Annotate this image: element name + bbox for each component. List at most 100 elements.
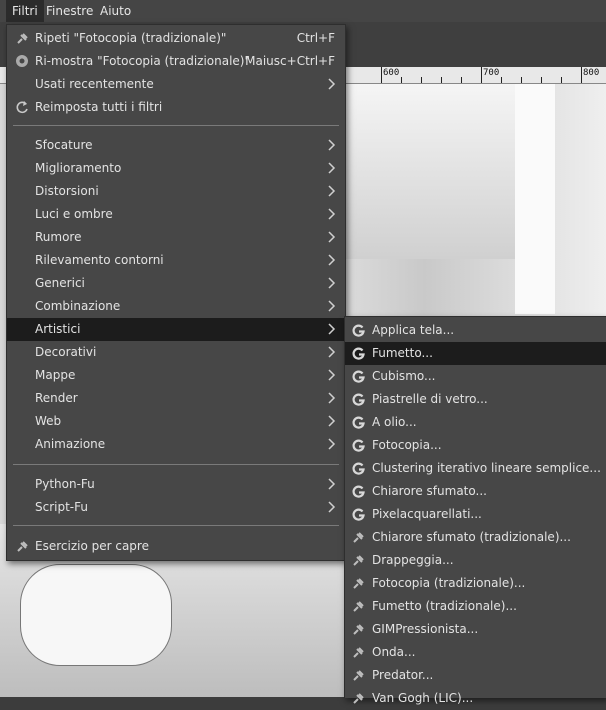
ruler-tick [441,77,442,83]
menu-item-generici[interactable]: Generici [7,272,345,295]
chevron-right-icon [328,392,336,404]
submenu-item-cubismo[interactable]: Cubismo... [345,365,606,388]
ruler-tick [521,77,522,83]
ruler-tick [561,77,562,83]
submenu-item-fotocopia[interactable]: Fotocopia... [345,434,606,457]
menu-item-reshow-filter[interactable]: Ri-mostra "Fotocopia (tradizionale)" Mai… [7,50,345,73]
menu-item-label: Combinazione [35,299,121,313]
submenu-item-label: Fotocopia (tradizionale)... [372,576,526,590]
chevron-right-icon [328,139,336,151]
gegl-icon [352,370,365,383]
submenu-item-label: Fumetto (tradizionale)... [372,599,517,613]
submenu-item-applica-tela[interactable]: Applica tela... [345,319,606,342]
ruler-tick [541,77,542,83]
submenu-item-pixelacquarellati[interactable]: Pixelacquarellati... [345,503,606,526]
plug-icon [353,693,364,704]
menu-item-animazione[interactable]: Animazione [7,433,345,456]
menu-item-distorsioni[interactable]: Distorsioni [7,180,345,203]
submenu-item-fumetto-tradizionale[interactable]: Fumetto (tradizionale)... [345,595,606,618]
gegl-icon [352,439,365,452]
menu-aiuto[interactable]: Aiuto [94,0,137,22]
submenu-item-label: Drappeggia... [372,553,454,567]
menu-item-sfocature[interactable]: Sfocature [7,134,345,157]
ruler-tick [421,77,422,83]
menu-item-goat-exercise[interactable]: Esercizio per capre [7,535,345,558]
plug-icon [17,33,28,44]
submenu-item-label: Fotocopia... [372,438,442,452]
menu-item-recently-used[interactable]: Usati recentemente [7,73,345,96]
gegl-icon [352,508,365,521]
menu-item-label: Mappe [35,368,76,382]
chevron-right-icon [328,501,336,513]
plug-icon [17,541,28,552]
menu-item-mappe[interactable]: Mappe [7,364,345,387]
submenu-item-piastrelle-di-vetro[interactable]: Piastrelle di vetro... [345,388,606,411]
submenu-item-gimpressionista[interactable]: GIMPressionista... [345,618,606,641]
ruler-tick [581,67,582,83]
menu-item-rumore[interactable]: Rumore [7,226,345,249]
menu-item-repeat-filter[interactable]: Ripeti "Fotocopia (tradizionale)" Ctrl+F [7,27,345,50]
menu-item-combinazione[interactable]: Combinazione [7,295,345,318]
menu-item-script-fu[interactable]: Script-Fu [7,496,345,519]
submenu-item-label: Chiarore sfumato (tradizionale)... [372,530,571,544]
menu-item-artistici[interactable]: Artistici [7,318,345,341]
menu-item-label: Decorativi [35,345,97,359]
menu-item-luci-e-ombre[interactable]: Luci e ombre [7,203,345,226]
submenu-item-a-olio[interactable]: A olio... [345,411,606,434]
menu-item-decorativi[interactable]: Decorativi [7,341,345,364]
chevron-right-icon [328,208,336,220]
ruler-tick [381,67,382,83]
menu-item-rilevamento-contorni[interactable]: Rilevamento contorni [7,249,345,272]
menu-item-label: Rilevamento contorni [35,253,164,267]
gegl-icon [352,347,365,360]
plug-icon [353,670,364,681]
submenu-item-label: GIMPressionista... [372,622,479,636]
menu-item-render[interactable]: Render [7,387,345,410]
chevron-right-icon [328,323,336,335]
submenu-item-chiarore-sfumato-tradizionale[interactable]: Chiarore sfumato (tradizionale)... [345,526,606,549]
submenu-item-fumetto[interactable]: Fumetto... [345,342,606,365]
submenu-item-label: Cubismo... [372,369,436,383]
menu-item-web[interactable]: Web [7,410,345,433]
chevron-right-icon [328,415,336,427]
gegl-icon [352,462,365,475]
chevron-right-icon [328,346,336,358]
plug-icon [353,578,364,589]
ruler-tick [481,67,482,83]
reset-icon [16,101,28,114]
gegl-icon [352,393,365,406]
chevron-right-icon [328,162,336,174]
submenu-item-label: Chiarore sfumato... [372,484,487,498]
menu-separator [13,464,339,465]
plug-icon [353,532,364,543]
submenu-item-drappeggia[interactable]: Drappeggia... [345,549,606,572]
submenu-item-label: Pixelacquarellati... [372,507,482,521]
menu-item-label: Animazione [35,437,106,451]
menu-item-python-fu[interactable]: Python-Fu [7,473,345,496]
menu-item-label: Render [35,391,78,405]
submenu-item-fotocopia-tradizionale[interactable]: Fotocopia (tradizionale)... [345,572,606,595]
submenu-item-label: Onda... [372,645,416,659]
menu-item-label: Sfocature [35,138,93,152]
artistic-submenu: Applica tela... Fumetto... Cubismo... Piast… [344,316,606,705]
submenu-item-chiarore-sfumato[interactable]: Chiarore sfumato... [345,480,606,503]
chevron-right-icon [328,438,336,450]
submenu-item-van-gogh-lic[interactable]: Van Gogh (LIC)... [345,687,606,710]
menu-item-label: Luci e ombre [35,207,113,221]
plug-icon [353,647,364,658]
menu-item-reset-filters[interactable]: Reimposta tutti i filtri [7,96,345,119]
submenu-item-label: Fumetto... [372,346,433,360]
submenu-item-clustering-iterativo-lineare-semplice[interactable]: Clustering iterativo lineare semplice... [345,457,606,480]
submenu-item-label: Van Gogh (LIC)... [372,691,474,705]
menu-finestre[interactable]: Finestre [40,0,99,22]
menu-item-label: Rumore [35,230,82,244]
menu-item-miglioramento[interactable]: Miglioramento [7,157,345,180]
gegl-icon [352,485,365,498]
plug-icon [353,555,364,566]
submenu-item-onda[interactable]: Onda... [345,641,606,664]
menu-separator [13,125,339,126]
menu-item-label: Web [35,414,62,428]
submenu-item-label: Clustering iterativo lineare semplice... [372,461,601,475]
menu-filtri[interactable]: Filtri [6,0,44,22]
submenu-item-predator[interactable]: Predator... [345,664,606,687]
